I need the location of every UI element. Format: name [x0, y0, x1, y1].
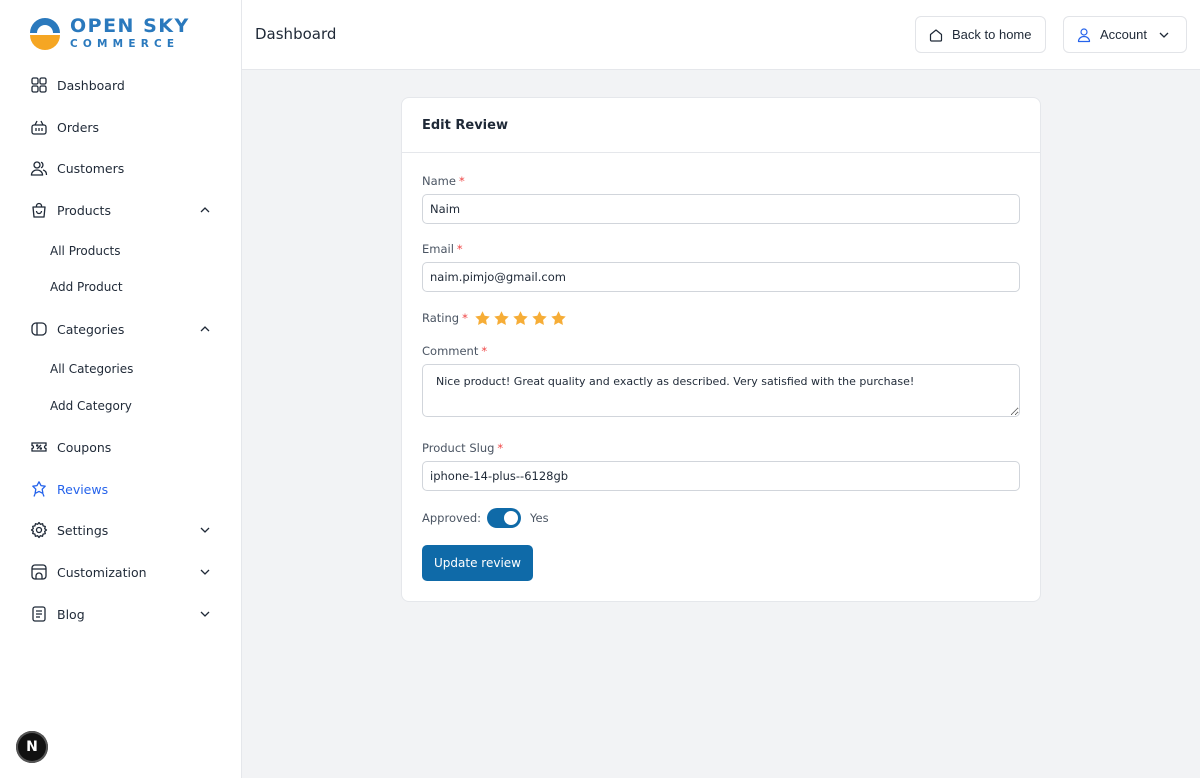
- name-label: Name *: [422, 174, 465, 188]
- approved-label: Approved:: [422, 511, 482, 525]
- star-icon[interactable]: [550, 310, 567, 327]
- required-mark: *: [481, 344, 488, 358]
- star-badge-icon: [30, 480, 48, 498]
- email-input[interactable]: [422, 262, 1020, 292]
- back-to-home-button[interactable]: Back to home: [915, 16, 1046, 53]
- card-title: Edit Review: [402, 98, 1040, 153]
- rating-label: Rating *: [422, 311, 468, 325]
- bag-icon: [30, 201, 48, 219]
- sidebar-item-customers[interactable]: Customers: [30, 153, 212, 183]
- coupon-icon: [30, 438, 48, 456]
- tag-icon: [30, 320, 48, 338]
- sidebar-subitem-add-category[interactable]: Add Category: [50, 394, 132, 418]
- toggle-knob: [504, 511, 518, 525]
- grid-icon: [30, 76, 48, 94]
- sidebar-item-label: Dashboard: [57, 77, 125, 93]
- sidebar-item-label: Products: [57, 202, 111, 218]
- sidebar-item-label: Settings: [57, 522, 109, 538]
- chevron-up-icon: [200, 207, 210, 213]
- user-icon: [1077, 27, 1091, 42]
- sidebar-item-label: Customers: [57, 160, 125, 176]
- brand-logo[interactable]: OPEN SKY COMMERCE: [28, 16, 190, 50]
- palette-icon: [30, 563, 48, 581]
- account-menu-button[interactable]: Account: [1063, 16, 1187, 53]
- product-slug-label: Product Slug *: [422, 441, 504, 455]
- logo-mark-icon: [28, 16, 62, 50]
- sidebar-item-coupons[interactable]: Coupons: [30, 432, 212, 462]
- required-mark: *: [462, 311, 468, 325]
- basket-icon: [30, 118, 48, 136]
- sidebar-item-label: Reviews: [57, 481, 109, 497]
- page-title: Dashboard: [255, 25, 337, 43]
- star-icon[interactable]: [531, 310, 548, 327]
- back-to-home-label: Back to home: [952, 27, 1032, 42]
- brand-subname: COMMERCE: [70, 37, 180, 50]
- sidebar-item-label: Categories: [57, 321, 125, 337]
- document-icon: [30, 605, 48, 623]
- star-icon[interactable]: [512, 310, 529, 327]
- email-label: Email *: [422, 242, 463, 256]
- update-review-button[interactable]: Update review: [422, 545, 533, 581]
- sidebar-item-dashboard[interactable]: Dashboard: [30, 70, 212, 100]
- approved-value: Yes: [530, 511, 549, 525]
- comment-label: Comment *: [422, 344, 488, 358]
- sidebar-item-label: Coupons: [57, 439, 112, 455]
- sidebar: OPEN SKY COMMERCE Dashboard Orders Custo…: [0, 0, 242, 778]
- rating-stars[interactable]: [474, 310, 569, 327]
- sidebar-item-blog[interactable]: Blog: [30, 599, 212, 629]
- edit-review-card: Edit Review Name* Email* Rating* Comment…: [401, 97, 1041, 602]
- sidebar-item-label: Orders: [57, 119, 100, 135]
- approved-toggle[interactable]: [487, 508, 521, 528]
- star-icon[interactable]: [493, 310, 510, 327]
- name-input[interactable]: [422, 194, 1020, 224]
- sidebar-subitem-all-categories[interactable]: All Categories: [50, 357, 133, 381]
- home-icon: [929, 28, 943, 42]
- chevron-down-icon: [200, 569, 210, 575]
- required-mark: *: [456, 242, 463, 256]
- chevron-down-icon: [1159, 32, 1169, 38]
- sidebar-item-reviews[interactable]: Reviews: [30, 474, 212, 504]
- sidebar-subitem-all-products[interactable]: All Products: [50, 239, 121, 263]
- comment-textarea[interactable]: Nice product! Great quality and exactly …: [422, 364, 1020, 417]
- chevron-up-icon: [200, 326, 210, 332]
- sidebar-item-categories[interactable]: Categories: [30, 314, 212, 344]
- product-slug-input[interactable]: [422, 461, 1020, 491]
- sidebar-subitem-add-product[interactable]: Add Product: [50, 275, 123, 299]
- sidebar-item-customization[interactable]: Customization: [30, 557, 212, 587]
- required-mark: *: [458, 174, 465, 188]
- sidebar-item-orders[interactable]: Orders: [30, 112, 212, 142]
- star-icon[interactable]: [474, 310, 491, 327]
- gear-icon: [30, 521, 48, 539]
- sidebar-item-products[interactable]: Products: [30, 195, 212, 225]
- chevron-down-icon: [200, 611, 210, 617]
- brand-name: OPEN SKY: [70, 14, 190, 37]
- required-mark: *: [497, 441, 504, 455]
- top-header: Dashboard Back to home Account: [242, 0, 1200, 70]
- framework-badge[interactable]: N: [16, 731, 48, 763]
- users-icon: [30, 159, 48, 177]
- chevron-down-icon: [200, 527, 210, 533]
- sidebar-item-label: Blog: [57, 606, 85, 622]
- account-label: Account: [1100, 27, 1147, 42]
- sidebar-item-label: Customization: [57, 564, 147, 580]
- sidebar-item-settings[interactable]: Settings: [30, 515, 212, 545]
